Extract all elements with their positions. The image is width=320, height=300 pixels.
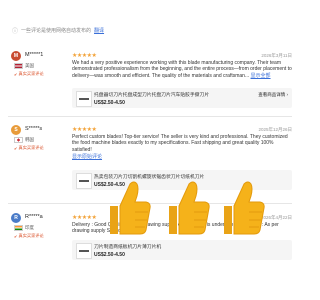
product-card[interactable]: 刀片制造商纸板机刀片薄刀片机 US$2.50-4.50 — [72, 240, 292, 260]
flag-us-icon — [14, 63, 23, 69]
notice-text: 一些评论是使用网络自动发布的 — [21, 28, 92, 34]
check-icon: ✔ — [14, 233, 18, 239]
thumbs-up-icon — [224, 181, 265, 235]
review-text: We had a very positive experience workin… — [72, 60, 292, 79]
info-icon: ⓘ — [12, 29, 19, 35]
reviewer-name: S*****s — [25, 126, 43, 132]
check-icon: ✔ — [14, 145, 18, 151]
avatar: S — [11, 125, 21, 135]
product-name: 托盘器切刀片托盘成型刀片托盘刀片汽车贴胶手撕刀片 — [94, 93, 210, 98]
star-rating: ★★★★★ — [72, 53, 97, 59]
flag-kr-icon — [14, 137, 23, 143]
reviewer-name: R*****a — [25, 214, 43, 220]
reviewer-country: 印度 — [14, 225, 34, 231]
translate-link[interactable]: 翻译 — [94, 27, 104, 34]
reviewer-country: 韩国 — [14, 137, 34, 143]
divider — [8, 116, 292, 117]
auto-translate-notice: ⓘ 一些评论是使用网络自动发布的 翻译 — [12, 26, 104, 35]
review-date: 2025年12月26日 — [258, 127, 292, 132]
flag-in-icon — [14, 225, 23, 231]
product-thumbnail — [76, 91, 92, 107]
review-text: Perfect custom blades! Top-tier service!… — [72, 134, 288, 153]
reviewer-country: 美国 — [14, 63, 34, 69]
check-icon: ✔ — [14, 71, 18, 77]
reviews-page: ⓘ 一些评论是使用网络自动发布的 翻译 M M*****1 美国 ✔ 真实买家评… — [0, 0, 300, 300]
product-price: US$2.50-4.50 — [94, 252, 125, 258]
avatar: M — [11, 51, 21, 61]
show-all-link[interactable]: 显示全部 — [251, 73, 271, 79]
verified-buyer-badge: ✔ 真实买家评论 — [14, 71, 44, 77]
avatar: R — [11, 213, 21, 223]
reviewer-name: M*****1 — [25, 52, 44, 58]
view-product-link[interactable]: 查看商品详情 › — [258, 92, 288, 98]
product-price: US$2.50-4.50 — [94, 100, 125, 106]
product-card[interactable]: 托盘器切刀片托盘成型刀片托盘刀片汽车贴胶手撕刀片 US$2.50-4.50 查看… — [72, 88, 292, 108]
product-name: 刀片制造商纸板机刀片薄刀片机 — [94, 245, 162, 250]
star-rating: ★★★★★ — [72, 215, 97, 221]
product-thumbnail — [76, 173, 92, 189]
star-rating: ★★★★★ — [72, 127, 97, 133]
review-date: 2026年3月11日 — [261, 53, 292, 58]
verified-buyer-badge: ✔ 真实买家评论 — [14, 233, 44, 239]
verified-buyer-badge: ✔ 真实买家评论 — [14, 145, 44, 151]
thumbs-up-icon — [169, 181, 210, 235]
show-original-link[interactable]: 显示原始评论 — [72, 153, 102, 160]
thumbs-up-icon — [110, 181, 151, 235]
product-thumbnail — [76, 243, 92, 259]
